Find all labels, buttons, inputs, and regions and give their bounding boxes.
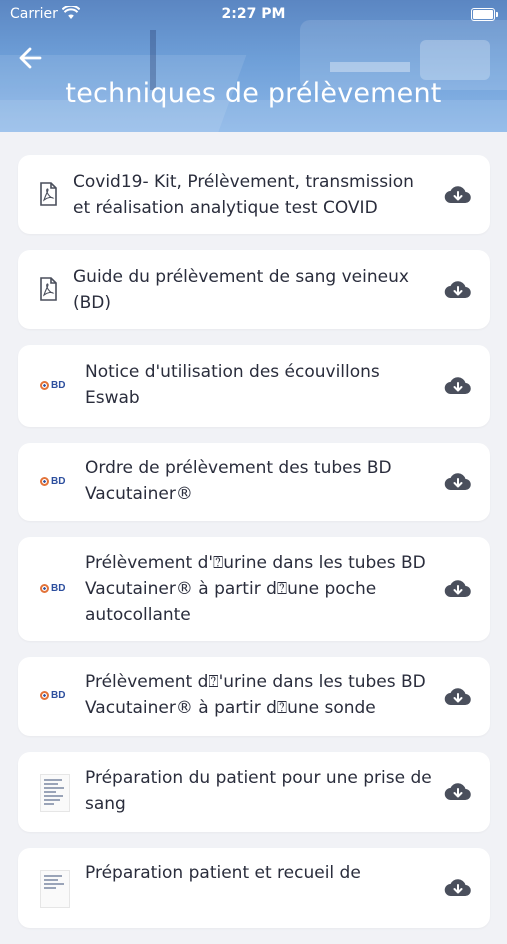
item-label: Prélèvement d⍰'urine dans les tubes BD V… [85, 672, 426, 718]
cloud-download-icon[interactable] [444, 183, 472, 207]
cloud-download-icon[interactable] [444, 470, 472, 494]
bd-logo: BD [40, 690, 65, 701]
battery-icon [471, 8, 498, 21]
cloud-download-icon[interactable] [444, 876, 472, 900]
item-label: Notice d'utilisation des écouvillons Esw… [85, 362, 380, 408]
header: Carrier 2:27 PM techniques de prélèvemen… [0, 0, 507, 132]
cloud-download-icon[interactable] [444, 780, 472, 804]
status-bar: Carrier 2:27 PM [0, 0, 507, 28]
pdf-icon [36, 182, 60, 206]
cloud-download-icon[interactable] [444, 374, 472, 398]
bd-logo: BD [40, 380, 65, 391]
bd-logo: BD [40, 583, 65, 594]
list-item[interactable]: Préparation patient et recueil de [18, 848, 490, 928]
header-background-shape [330, 62, 410, 72]
cloud-download-icon[interactable] [444, 278, 472, 302]
document-thumbnail [40, 774, 70, 812]
pdf-icon [36, 277, 60, 301]
clock: 2:27 PM [221, 6, 286, 22]
item-label: Guide du prélèvement de sang veineux (BD… [73, 267, 409, 313]
arrow-left-icon [19, 47, 42, 69]
list-item[interactable]: Guide du prélèvement de sang veineux (BD… [18, 250, 490, 329]
list-item[interactable]: BD Ordre de prélèvement des tubes BD Vac… [18, 443, 490, 521]
list-item[interactable]: BD Prélèvement d'⍰urine dans les tubes B… [18, 537, 490, 641]
item-label: Préparation patient et recueil de [85, 863, 361, 883]
list-item[interactable]: BD Notice d'utilisation des écouvillons … [18, 345, 490, 427]
item-label: Ordre de prélèvement des tubes BD Vacuta… [85, 458, 392, 504]
item-label: Prélèvement d'⍰urine dans les tubes BD V… [85, 553, 426, 625]
item-label: Préparation du patient pour une prise de… [85, 768, 432, 814]
header-background-shape [420, 40, 490, 80]
item-label: Covid19- Kit, Prélèvement, transmission … [73, 172, 414, 218]
list-item[interactable]: Préparation du patient pour une prise de… [18, 752, 490, 832]
document-list: Covid19- Kit, Prélèvement, transmission … [18, 155, 490, 944]
list-item[interactable]: BD Prélèvement d⍰'urine dans les tubes B… [18, 657, 490, 736]
back-button[interactable] [14, 44, 48, 72]
cloud-download-icon[interactable] [444, 577, 472, 601]
cloud-download-icon[interactable] [444, 685, 472, 709]
bd-logo: BD [40, 476, 65, 487]
page-title: techniques de prélèvement [65, 78, 442, 109]
list-item[interactable]: Covid19- Kit, Prélèvement, transmission … [18, 155, 490, 234]
document-thumbnail [40, 870, 70, 908]
